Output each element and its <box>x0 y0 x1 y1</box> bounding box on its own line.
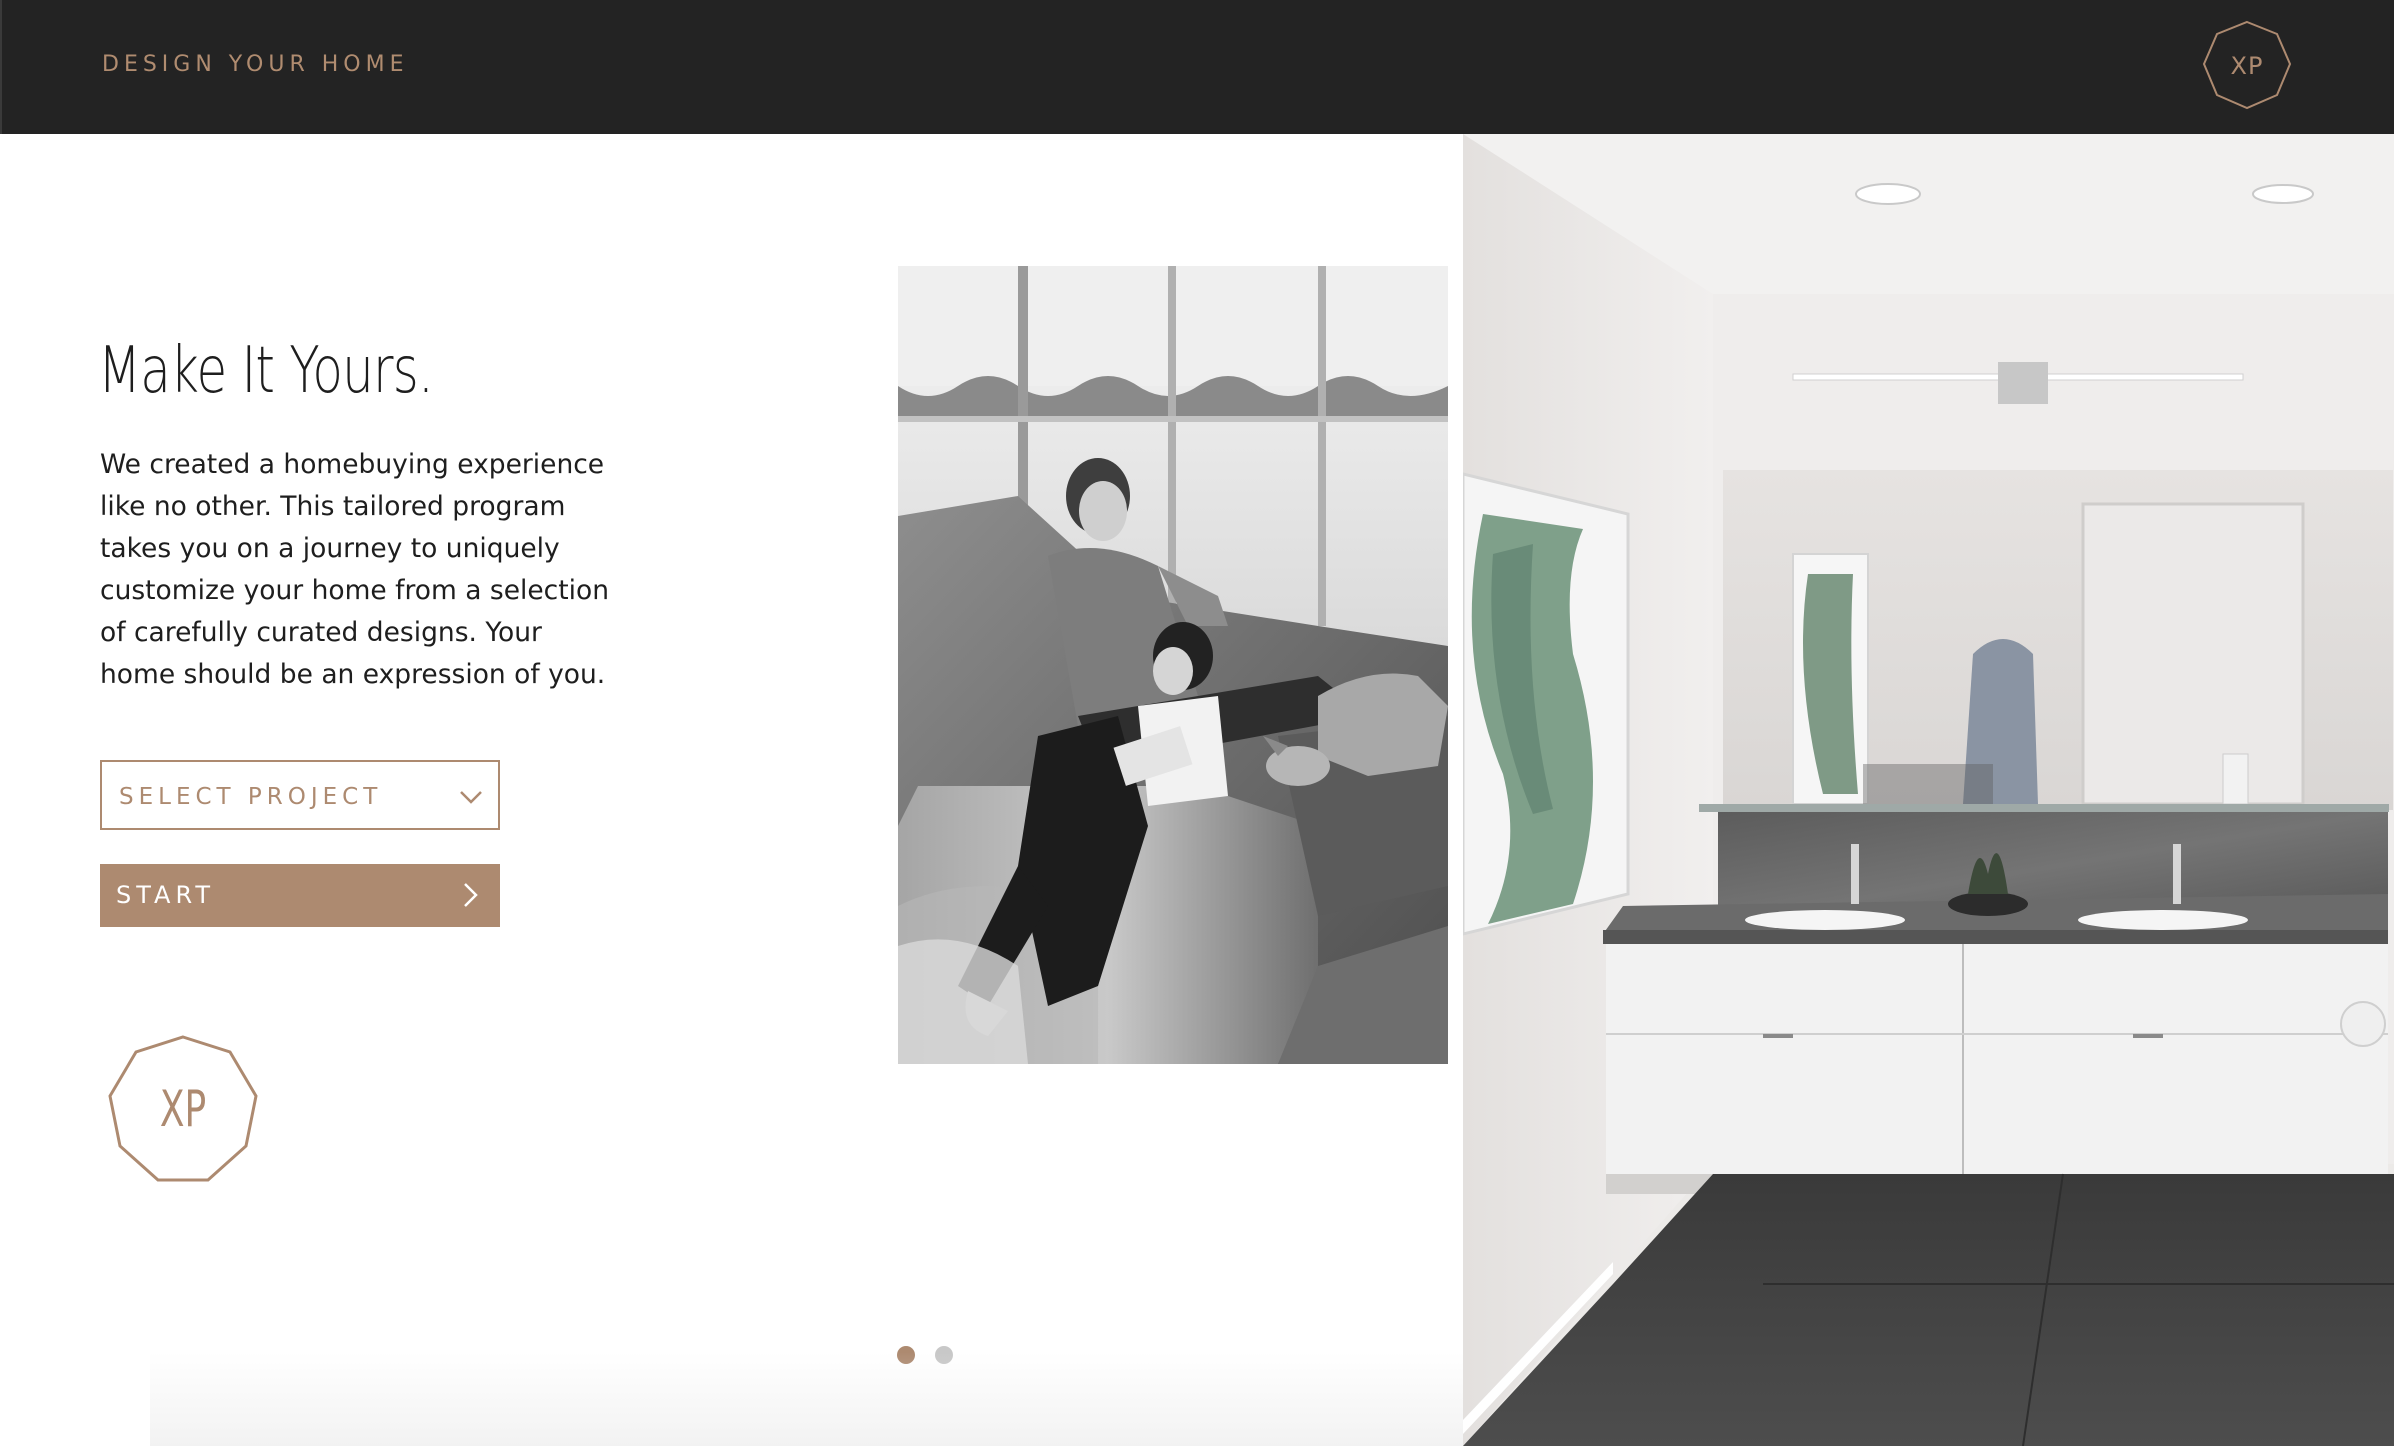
bottom-shadow <box>150 1352 1463 1446</box>
carousel-dot-active[interactable] <box>897 1346 915 1364</box>
page-title: Make It Yours. <box>98 334 434 408</box>
intro-paragraph: We created a homebuying experience like … <box>100 449 610 690</box>
chevron-right-icon <box>464 883 478 907</box>
page: DESIGN YOUR HOME XP Make It Yours. We cr… <box>0 0 2394 1446</box>
xp-logo-icon[interactable]: XP <box>2202 20 2292 110</box>
project-select[interactable]: SELECT PROJECT <box>100 760 500 830</box>
start-button[interactable]: START <box>100 864 500 927</box>
header-logo-text: XP <box>2231 52 2264 80</box>
chevron-down-icon <box>460 791 482 804</box>
start-button-label: START <box>116 881 216 909</box>
bathroom-render-photo <box>1463 134 2394 1446</box>
top-bar: DESIGN YOUR HOME XP <box>0 0 2394 134</box>
carousel-dot[interactable] <box>935 1346 953 1364</box>
badge-text: XP <box>160 1081 206 1138</box>
couple-lifestyle-photo <box>898 266 1448 1064</box>
xp-badge-logo: XP <box>108 1035 258 1182</box>
site-title: DESIGN YOUR HOME <box>102 52 409 77</box>
project-select-value: SELECT PROJECT <box>119 784 383 810</box>
